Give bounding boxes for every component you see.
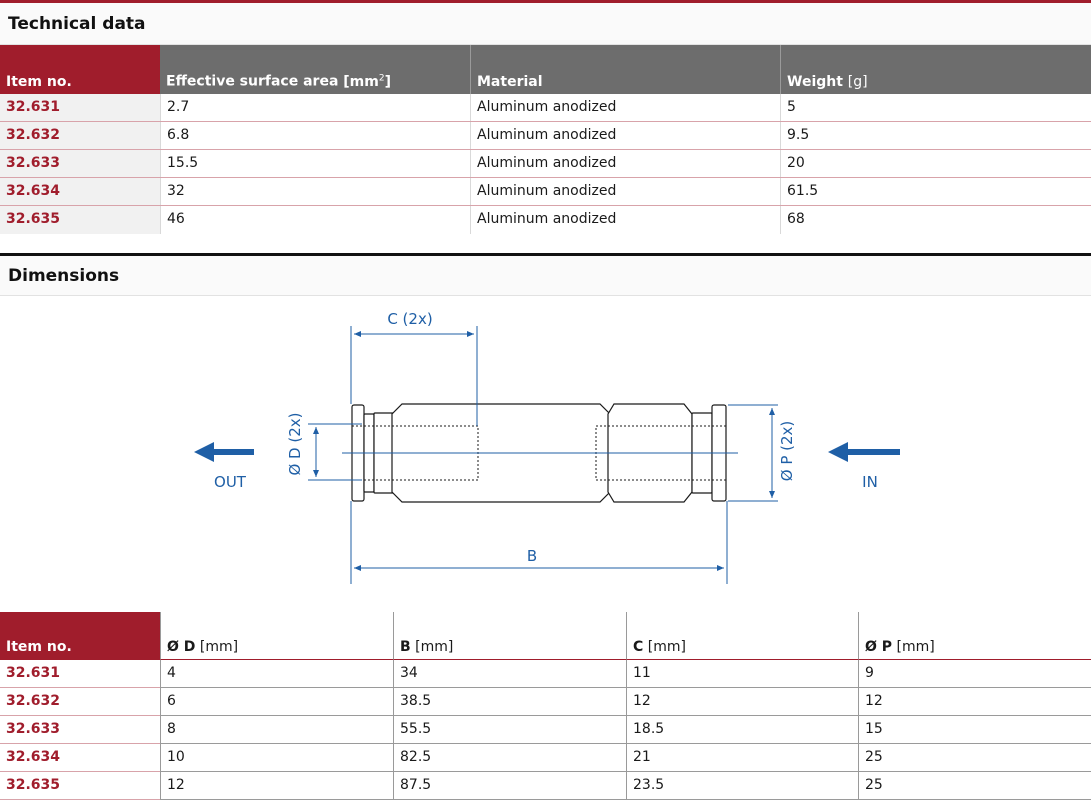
value-b: 38.5 <box>393 688 626 716</box>
item-number: 32.635 <box>0 772 160 800</box>
value-d: 6 <box>160 688 393 716</box>
value-b: 87.5 <box>393 772 626 800</box>
technical-data-title-band <box>0 3 1091 45</box>
value-p: 9 <box>858 660 1091 688</box>
value-c: 23.5 <box>626 772 858 800</box>
material: Aluminum anodized <box>470 94 780 122</box>
value-p: 25 <box>858 744 1091 772</box>
value-d: 8 <box>160 716 393 744</box>
table-row: 32.633 15.5 Aluminum anodized 20 <box>0 150 1091 178</box>
item-number: 32.633 <box>0 150 160 178</box>
weight: 5 <box>780 94 1091 122</box>
effective-surface-area: 6.8 <box>160 122 470 150</box>
value-d: 12 <box>160 772 393 800</box>
header-c-label: C [mm] <box>633 639 686 655</box>
header-item-no-label: Item no. <box>6 74 72 90</box>
material: Aluminum anodized <box>470 206 780 234</box>
item-number: 32.632 <box>0 122 160 150</box>
item-number: 32.634 <box>0 744 160 772</box>
table-row: 32.633 8 55.5 18.5 15 <box>0 716 1091 744</box>
out-label: OUT <box>214 473 247 491</box>
dimensions-title: Dimensions <box>8 266 120 286</box>
header-material: Material <box>470 45 780 94</box>
technical-data-title: Technical data <box>8 14 146 34</box>
material: Aluminum anodized <box>470 150 780 178</box>
header-c: C [mm] <box>626 612 858 660</box>
material: Aluminum anodized <box>470 122 780 150</box>
value-c: 12 <box>626 688 858 716</box>
item-number: 32.632 <box>0 688 160 716</box>
header-weight-label: Weight [g] <box>787 74 868 90</box>
header-item-no: Item no. <box>0 612 160 660</box>
table-row: 32.632 6 38.5 12 12 <box>0 688 1091 716</box>
table-row: 32.631 4 34 11 9 <box>0 660 1091 688</box>
item-number: 32.631 <box>0 94 160 122</box>
value-d: 4 <box>160 660 393 688</box>
weight: 61.5 <box>780 178 1091 206</box>
header-b: B [mm] <box>393 612 626 660</box>
dimensions-title-band <box>0 256 1091 296</box>
value-d: 10 <box>160 744 393 772</box>
value-b: 55.5 <box>393 716 626 744</box>
effective-surface-area: 2.7 <box>160 94 470 122</box>
table-row: 32.635 46 Aluminum anodized 68 <box>0 206 1091 234</box>
value-p: 12 <box>858 688 1091 716</box>
table-row: 32.635 12 87.5 23.5 25 <box>0 772 1091 800</box>
item-number: 32.635 <box>0 206 160 234</box>
value-c: 18.5 <box>626 716 858 744</box>
header-effective-surface-area: Effective surface area [mm2] <box>160 45 470 94</box>
header-p-label: Ø P [mm] <box>865 639 935 655</box>
dimension-d-label: Ø D (2x) <box>286 412 304 475</box>
dimensions-drawing: C (2x) Ø D (2x) Ø P (2x) B OUT IN <box>194 310 900 584</box>
value-c: 11 <box>626 660 858 688</box>
in-arrow-icon <box>828 442 900 462</box>
dimension-c-label: C (2x) <box>387 310 432 328</box>
value-p: 25 <box>858 772 1091 800</box>
value-c: 21 <box>626 744 858 772</box>
dimension-b-label: B <box>527 547 537 565</box>
material: Aluminum anodized <box>470 178 780 206</box>
header-item-no-label: Item no. <box>6 639 72 655</box>
weight: 20 <box>780 150 1091 178</box>
header-d: Ø D [mm] <box>160 612 393 660</box>
value-b: 34 <box>393 660 626 688</box>
dimension-p-label: Ø P (2x) <box>778 421 796 482</box>
header-material-label: Material <box>477 74 543 90</box>
header-item-no: Item no. <box>0 45 160 94</box>
weight: 68 <box>780 206 1091 234</box>
effective-surface-area: 46 <box>160 206 470 234</box>
effective-surface-area: 15.5 <box>160 150 470 178</box>
table-row: 32.631 2.7 Aluminum anodized 5 <box>0 94 1091 122</box>
table-row: 32.634 10 82.5 21 25 <box>0 744 1091 772</box>
header-b-label: B [mm] <box>400 639 454 655</box>
header-area-label: Effective surface area [mm2] <box>166 73 391 90</box>
weight: 9.5 <box>780 122 1091 150</box>
out-arrow-icon <box>194 442 254 462</box>
value-p: 15 <box>858 716 1091 744</box>
header-weight: Weight [g] <box>780 45 1091 94</box>
dimension-b <box>350 501 728 584</box>
header-d-label: Ø D [mm] <box>167 639 239 655</box>
effective-surface-area: 32 <box>160 178 470 206</box>
value-b: 82.5 <box>393 744 626 772</box>
item-number: 32.634 <box>0 178 160 206</box>
item-number: 32.633 <box>0 716 160 744</box>
item-number: 32.631 <box>0 660 160 688</box>
table-row: 32.634 32 Aluminum anodized 61.5 <box>0 178 1091 206</box>
table-row: 32.632 6.8 Aluminum anodized 9.5 <box>0 122 1091 150</box>
in-label: IN <box>862 473 878 491</box>
header-p: Ø P [mm] <box>858 612 1091 660</box>
